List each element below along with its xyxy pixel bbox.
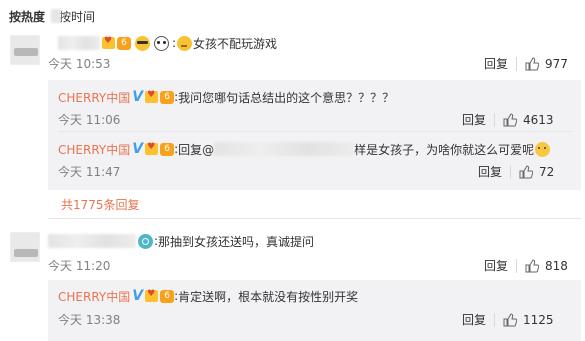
divider	[48, 218, 581, 219]
reply-header: CHERRY中国 V 6 : 肯定送啊，根本就没有按性别开奖	[58, 288, 358, 304]
verified-icon: V	[132, 89, 144, 105]
reply-button[interactable]: 回复	[478, 163, 502, 180]
vip-badge-icon	[145, 289, 159, 302]
reply-author[interactable]: CHERRY中国	[58, 89, 130, 106]
camera-badge-icon	[138, 233, 153, 249]
reply-actions: 回复 1125	[462, 311, 554, 328]
verified-icon: V	[132, 288, 144, 304]
fan-badge-icon: 6	[160, 289, 175, 303]
thumbs-up-icon[interactable]	[503, 312, 518, 327]
reply-time: 今天 13:38	[58, 313, 121, 327]
reply-prefix: 回复@	[178, 142, 215, 157]
comment-actions: 回复 977	[484, 55, 568, 72]
comment-header: 6 : 女孩不配玩游戏	[58, 34, 277, 52]
sort-by-hot[interactable]: 按热度	[9, 8, 45, 25]
like-count: 72	[539, 164, 555, 179]
reply-button[interactable]: 回复	[462, 311, 486, 328]
avatar[interactable]	[10, 35, 40, 65]
reply-actions: 回复 4613	[462, 111, 554, 128]
thumbs-up-icon[interactable]	[525, 258, 540, 273]
comment-time: 今天 10:53	[48, 57, 111, 71]
sort-by-time[interactable]: 按时间	[51, 8, 95, 25]
comment-header: : 那抽到女孩还送吗，真诚提问	[48, 232, 314, 250]
reply-text: 肯定送啊，根本就没有按性别开奖	[178, 289, 359, 304]
divider	[58, 131, 573, 132]
username-blurred[interactable]	[48, 234, 136, 248]
verified-icon: V	[132, 141, 144, 157]
reply-button[interactable]: 回复	[484, 55, 508, 72]
like-count: 977	[545, 56, 568, 71]
sort-bar: 按热度 按时间	[9, 7, 95, 25]
vip-badge-icon	[102, 36, 115, 49]
avatar[interactable]	[10, 232, 40, 262]
reply-header: CHERRY中国 V 6 : 我问您哪句话总结出的这个意思？？？？	[58, 89, 394, 105]
reply-time: 今天 11:47	[58, 165, 121, 179]
thumbs-up-icon[interactable]	[519, 164, 534, 179]
username-blurred[interactable]	[58, 36, 100, 50]
like-count: 818	[545, 258, 568, 273]
comment-actions: 回复 818	[484, 257, 568, 274]
comment-text: 那抽到女孩还送吗，真诚提问	[158, 234, 315, 249]
fan-badge-icon: 6	[117, 36, 131, 50]
like-count: 4613	[523, 112, 554, 127]
thumbs-up-icon[interactable]	[525, 56, 540, 71]
reply-button[interactable]: 回复	[462, 111, 486, 128]
comment-text: 女孩不配玩游戏	[193, 36, 278, 51]
vip-badge-icon	[145, 142, 159, 155]
comment-time: 今天 11:20	[48, 259, 111, 273]
reply-header: CHERRY中国 V 6 : 回复@ 样是女孩子，为啥你就这么可爱呢	[58, 141, 551, 157]
cute-emoji-icon	[535, 141, 551, 157]
thumbs-up-icon[interactable]	[503, 112, 518, 127]
reply-text: 我问您哪句话总结出的这个意思？？？？	[178, 90, 395, 105]
vip-badge-icon	[145, 90, 159, 103]
mentioned-user-blurred[interactable]	[214, 142, 355, 156]
reply-button[interactable]: 回复	[484, 257, 508, 274]
reply-author[interactable]: CHERRY中国	[58, 141, 130, 158]
thinking-emoji-icon	[177, 35, 193, 51]
fan-badge-icon: 6	[160, 90, 175, 104]
like-count: 1125	[523, 312, 554, 327]
reply-text: 样是女孩子，为啥你就这么可爱呢	[354, 142, 535, 157]
reply-author[interactable]: CHERRY中国	[58, 288, 130, 305]
cool-emoji-icon	[135, 35, 150, 51]
reply-actions: 回复 72	[478, 163, 554, 180]
panda-emoji-icon	[154, 35, 169, 51]
more-replies-link[interactable]: 共1775条回复	[61, 196, 140, 213]
fan-badge-icon: 6	[160, 142, 175, 156]
reply-time: 今天 11:06	[58, 113, 121, 127]
